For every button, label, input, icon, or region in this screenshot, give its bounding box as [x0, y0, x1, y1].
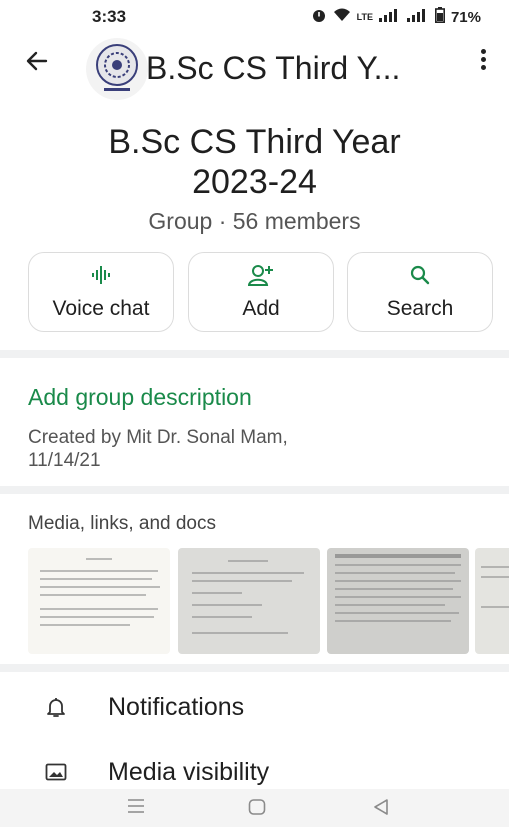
back-nav-icon[interactable] — [372, 798, 390, 822]
add-group-description-link[interactable]: Add group description — [28, 384, 252, 411]
divider — [0, 664, 509, 672]
add-label: Add — [242, 297, 280, 320]
media-thumbnail[interactable] — [178, 548, 320, 654]
status-icons: LTE 71% — [311, 7, 481, 27]
search-icon — [348, 263, 492, 293]
created-date: 11/14/21 — [28, 450, 101, 471]
alarm-icon — [311, 7, 327, 27]
add-button[interactable]: Add — [188, 252, 334, 332]
voice-chat-label: Voice chat — [52, 297, 150, 320]
home-nav-icon[interactable] — [248, 798, 266, 822]
battery-percent: 71% — [450, 8, 481, 26]
app-bar-title[interactable]: B.Sc CS Third Y... — [146, 50, 400, 87]
voice-chat-button[interactable]: Voice chat — [28, 252, 174, 332]
search-label: Search — [386, 297, 454, 320]
menu-nav-icon[interactable] — [126, 797, 146, 821]
media-links-docs-header[interactable]: Media, links, and docs — [28, 513, 216, 535]
volte-label: LTE — [356, 11, 373, 22]
group-name-line1: B.Sc CS Third Year — [108, 123, 401, 161]
action-row: Voice chat Add Search — [28, 252, 494, 334]
notifications-label: Notifications — [108, 693, 245, 721]
search-button[interactable]: Search — [347, 252, 493, 332]
wifi-icon — [333, 7, 351, 27]
add-person-icon — [189, 263, 333, 293]
app-bar: B.Sc CS Third Y... — [0, 36, 509, 100]
created-by-text: Created by Mit Dr. Sonal Mam, 11/14/21 — [28, 426, 468, 472]
media-thumbnail[interactable] — [28, 548, 170, 654]
media-thumbnail[interactable] — [475, 548, 509, 654]
overflow-menu-icon[interactable] — [479, 46, 487, 76]
bell-icon — [44, 695, 68, 719]
media-thumbnail[interactable] — [327, 548, 469, 654]
media-visibility-label: Media visibility — [108, 758, 270, 786]
voice-chat-icon — [29, 263, 173, 293]
status-bar: 3:33 LTE 71% — [0, 0, 509, 34]
group-meta: Group · 56 members — [148, 208, 361, 234]
divider — [0, 350, 509, 358]
group-name: B.Sc CS Third Year 2023-24 — [0, 122, 509, 202]
media-thumbnails — [28, 548, 509, 656]
status-time: 3:33 — [92, 7, 127, 26]
back-arrow-icon[interactable] — [24, 48, 50, 79]
group-avatar[interactable] — [86, 38, 148, 100]
signal-icon-2 — [406, 8, 429, 26]
system-nav-bar — [0, 789, 509, 827]
image-icon — [44, 760, 68, 784]
signal-icon — [378, 8, 401, 26]
notifications-item[interactable]: Notifications — [0, 679, 509, 739]
battery-icon — [434, 7, 445, 27]
created-by-line: Created by Mit Dr. Sonal Mam, — [28, 427, 288, 448]
divider — [0, 486, 509, 494]
mit-logo-icon — [96, 44, 138, 91]
group-name-line2: 2023-24 — [192, 163, 317, 201]
